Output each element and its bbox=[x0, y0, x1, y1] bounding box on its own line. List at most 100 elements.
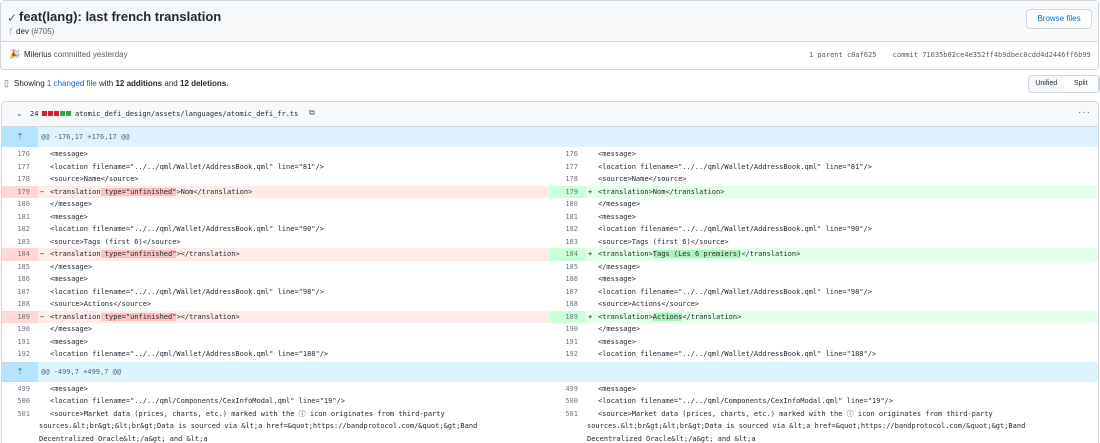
line-number[interactable]: 192 bbox=[2, 348, 38, 361]
line-number[interactable]: 183 bbox=[2, 236, 38, 249]
line-number[interactable]: 184 bbox=[2, 248, 38, 261]
line-number[interactable]: 186 bbox=[2, 273, 38, 286]
hunk-header: ⇡ @@ -176,17 +176,17 @@ bbox=[2, 127, 1098, 147]
line-number[interactable]: 499 bbox=[2, 383, 38, 396]
diff-row: 184− <translation type="unfinished"></tr… bbox=[2, 248, 1098, 261]
line-number[interactable]: 180 bbox=[550, 198, 586, 211]
line-number[interactable]: 179 bbox=[2, 185, 38, 198]
code-line: </message> bbox=[598, 200, 641, 208]
diff-row: 185 </message> 185 </message> bbox=[2, 261, 1098, 274]
line-number[interactable]: 189 bbox=[550, 310, 586, 323]
author-name[interactable]: Milerius bbox=[24, 50, 52, 59]
diff-half-left: 188 <source>Actions</source> bbox=[2, 298, 550, 311]
diff-half-right: 180 </message> bbox=[550, 198, 1098, 211]
diff-half-right: 182 <location filename="../../qml/Wallet… bbox=[550, 223, 1098, 236]
line-number[interactable]: 186 bbox=[550, 273, 586, 286]
diff-row-wrapped: Decentralized Oracle&lt;/a&gt; and &lt;a… bbox=[2, 433, 1098, 443]
line-number[interactable]: 187 bbox=[550, 286, 586, 299]
line-number[interactable]: 499 bbox=[550, 383, 586, 396]
diff-half-left: 178 <source>Name</source> bbox=[2, 173, 550, 186]
code-line: Decentralized Oracle&lt;/a&gt; and &lt;a bbox=[39, 434, 208, 443]
line-number[interactable]: 188 bbox=[550, 298, 586, 311]
changed-text: type="unfinished" bbox=[100, 250, 177, 258]
pr-number[interactable]: (#705) bbox=[31, 27, 54, 36]
line-number[interactable]: 189 bbox=[2, 310, 38, 323]
line-number[interactable]: 191 bbox=[2, 336, 38, 349]
branch-name[interactable]: dev bbox=[16, 27, 29, 36]
file-path[interactable]: atomic_defi_design/assets/languages/atom… bbox=[75, 110, 298, 118]
code-line: <translation type="unfinished">Nom</tran… bbox=[50, 187, 253, 196]
expand-icon[interactable]: ⇡ bbox=[2, 127, 38, 147]
line-number[interactable]: 192 bbox=[550, 348, 586, 361]
expand-icon[interactable]: ⇡ bbox=[2, 361, 38, 382]
line-number[interactable]: 181 bbox=[550, 211, 586, 224]
diff-sign: − bbox=[40, 187, 45, 196]
line-number[interactable]: 188 bbox=[2, 298, 38, 311]
line-number[interactable]: 177 bbox=[2, 161, 38, 174]
code-line: </message> bbox=[598, 262, 641, 271]
line-number[interactable]: 178 bbox=[550, 173, 586, 186]
author-line: Milerius committed yesterday bbox=[24, 50, 128, 59]
code-line: <message> bbox=[50, 275, 88, 283]
changed-files-link[interactable]: 1 changed file bbox=[47, 79, 97, 88]
code-line: </message> bbox=[50, 200, 93, 208]
line-number[interactable]: 185 bbox=[550, 261, 586, 274]
diff-sign: + bbox=[588, 250, 593, 258]
line-number[interactable]: 500 bbox=[2, 395, 38, 408]
changed-text: Actions bbox=[652, 312, 683, 321]
code-line: <location filename="../../qml/Wallet/Add… bbox=[50, 162, 324, 171]
line-number[interactable]: 182 bbox=[550, 223, 586, 236]
branch-info: ᚴ dev (#705) bbox=[9, 27, 54, 36]
diff-row: 189− <translation type="unfinished"></tr… bbox=[2, 310, 1098, 323]
line-number[interactable]: 178 bbox=[2, 173, 38, 186]
diff-half-left: 187 <location filename="../../qml/Wallet… bbox=[2, 286, 550, 299]
line-number[interactable]: 191 bbox=[550, 336, 586, 349]
code-line: </message> bbox=[50, 325, 93, 333]
diff-half-left: 191 <message> bbox=[2, 336, 550, 349]
line-number[interactable]: 501 bbox=[550, 408, 586, 421]
copy-icon[interactable]: ⧉ bbox=[309, 108, 315, 118]
line-number[interactable]: 183 bbox=[550, 236, 586, 249]
more-options-icon[interactable]: ··· bbox=[1078, 107, 1091, 118]
diff-half-left: 176 <message> bbox=[2, 148, 550, 161]
split-button[interactable]: Split bbox=[1063, 76, 1099, 92]
line-number[interactable]: 185 bbox=[2, 261, 38, 274]
code-line: <location filename="../../qml/Wallet/Add… bbox=[50, 225, 324, 233]
diff-summary: Showing 1 changed file with 12 additions… bbox=[14, 79, 228, 88]
line-number[interactable]: 190 bbox=[550, 323, 586, 336]
line-number[interactable]: 190 bbox=[2, 323, 38, 336]
diff-half-right: 178 <source>Name</source> bbox=[550, 173, 1098, 186]
avatar[interactable]: 🎉 bbox=[9, 49, 20, 59]
diffstat-block bbox=[48, 111, 53, 116]
line-number[interactable]: 187 bbox=[2, 286, 38, 299]
commit-header: ✓ feat(lang): last french translation ᚴ … bbox=[0, 0, 1099, 70]
summary-and: and bbox=[164, 79, 178, 88]
line-number[interactable]: 180 bbox=[2, 198, 38, 211]
code-line: sources.&lt;br&gt;&lt;br&gt;Data is sour… bbox=[39, 422, 478, 430]
diff-row: 181 <message> 181 <message> bbox=[2, 211, 1098, 224]
line-number[interactable]: 176 bbox=[550, 148, 586, 161]
line-number[interactable]: 181 bbox=[2, 211, 38, 224]
diff-half-left: 192 <location filename="../../qml/Wallet… bbox=[2, 348, 550, 361]
line-number[interactable]: 176 bbox=[2, 148, 38, 161]
line-number[interactable]: 500 bbox=[550, 395, 586, 408]
diff-row: 500 <location filename="../../qml/Compon… bbox=[2, 395, 1098, 408]
line-number[interactable]: 177 bbox=[550, 161, 586, 174]
line-number[interactable]: 501 bbox=[2, 408, 38, 421]
code-line: <translation>Actions</translation> bbox=[598, 312, 742, 321]
collapse-chevron-icon[interactable]: ⌄ bbox=[16, 109, 23, 118]
diff-row: 501 <source>Market data (prices, charts,… bbox=[2, 408, 1098, 421]
code-line: <translation>Nom</translation> bbox=[598, 187, 725, 196]
diff-half-right: 183 <source>Tags (first 6)</source> bbox=[550, 236, 1098, 249]
parent-hash[interactable]: c8af625 bbox=[847, 51, 877, 59]
browse-files-button[interactable]: Browse files bbox=[1026, 9, 1092, 29]
diff-half-left: 499 <message> bbox=[2, 383, 550, 396]
code-line: <message> bbox=[598, 384, 636, 393]
line-number[interactable]: 179 bbox=[550, 185, 586, 198]
diff-half-left: 177 <location filename="../../qml/Wallet… bbox=[2, 161, 550, 174]
diff-half-left: 181 <message> bbox=[2, 211, 550, 224]
line-number[interactable]: 182 bbox=[2, 223, 38, 236]
diff-sign: − bbox=[40, 250, 45, 258]
unified-button[interactable]: Unified bbox=[1029, 76, 1064, 92]
line-number[interactable]: 184 bbox=[550, 248, 586, 261]
